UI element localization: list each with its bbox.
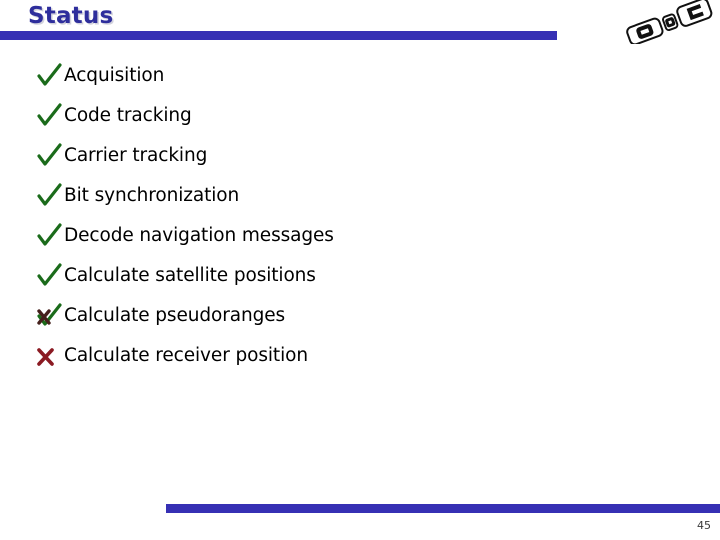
list-item-label: Decode navigation messages [64,224,334,246]
list-item: Bit synchronization [36,176,676,216]
list-item: Calculate receiver position [36,336,676,376]
list-item: Calculate pseudoranges [36,296,676,336]
list-item: Code tracking [36,96,676,136]
list-item-label: Carrier tracking [64,144,208,166]
list-item-label: Calculate satellite positions [64,264,316,286]
list-item: Carrier tracking [36,136,676,176]
list-item-label: Code tracking [64,104,192,126]
status-list: Acquisition Code tracking Carrier tracki… [36,56,676,376]
check-cross-icon [36,303,64,329]
logo-glyph [626,0,713,46]
footer-divider [166,504,720,513]
check-icon [36,143,64,169]
check-icon [36,263,64,289]
check-icon [36,63,64,89]
list-item-label: Calculate receiver position [64,344,308,366]
list-item: Calculate satellite positions [36,256,676,296]
list-item-label: Calculate pseudoranges [64,304,286,326]
cross-icon [36,343,64,369]
check-icon [36,223,64,249]
list-item: Acquisition [36,56,676,96]
title-divider [0,31,557,40]
list-item-label: Bit synchronization [64,184,240,206]
company-logo [618,0,718,46]
check-icon [36,183,64,209]
list-item-label: Acquisition [64,64,165,86]
page-title: Status [28,3,114,29]
list-item: Decode navigation messages [36,216,676,256]
check-icon [36,103,64,129]
page-number: 45 [697,519,711,532]
